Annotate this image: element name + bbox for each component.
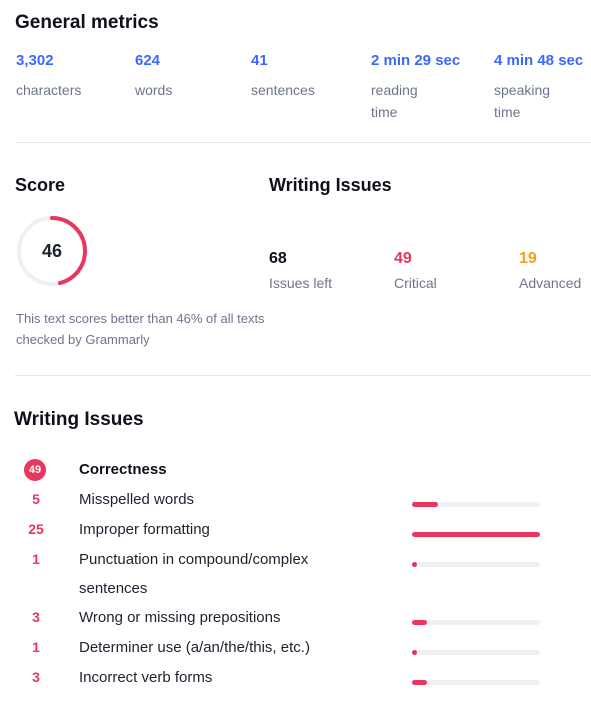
- issue-label: Improper formatting: [79, 521, 210, 538]
- metric-label: sentences: [251, 82, 315, 98]
- issue-count: 1: [32, 639, 40, 655]
- issue-bar-track: [412, 502, 540, 507]
- general-metrics-title: General metrics: [15, 12, 159, 33]
- metric-value: 3,302: [16, 52, 54, 69]
- metric-reading-time: 2 min 29 sec reading time: [371, 52, 460, 123]
- issue-count: 5: [32, 491, 40, 507]
- issue-label: Wrong or missing prepositions: [79, 609, 281, 626]
- issue-bar-fill: [412, 680, 428, 685]
- score-value: 46: [41, 240, 63, 261]
- metric-label: characters: [16, 82, 82, 98]
- metric-value: 2 min 29 sec: [371, 52, 461, 69]
- score-description: This text scores better than 46% of all …: [16, 311, 265, 347]
- issues-critical-label: Critical: [394, 275, 437, 291]
- metric-value: 41: [251, 52, 268, 69]
- issue-bar-fill: [412, 532, 540, 537]
- issue-label: Incorrect verb forms: [79, 669, 213, 686]
- divider: [15, 142, 591, 143]
- issue-bar-track: [412, 620, 540, 625]
- issue-count: 1: [32, 551, 40, 567]
- issues-advanced-value: 19: [519, 250, 537, 267]
- writing-issues-summary-title: Writing Issues: [269, 175, 392, 195]
- issues-left-label: Issues left: [269, 275, 333, 291]
- issue-bar-fill: [412, 502, 438, 507]
- issue-count: 3: [32, 609, 40, 625]
- issues-advanced-label: Advanced: [519, 275, 582, 291]
- correctness-count-badge: 49: [24, 459, 46, 481]
- metric-speaking-time: 4 min 48 sec speaking time: [494, 52, 583, 123]
- score-title: Score: [15, 175, 66, 195]
- issue-bar-track: [412, 680, 540, 685]
- metric-value: 4 min 48 sec: [494, 52, 584, 69]
- metric-value: 624: [135, 52, 161, 69]
- issue-label: Misspelled words: [79, 491, 195, 508]
- issue-bar-fill: [412, 650, 418, 655]
- issue-label: Punctuation in compound/complex sentence…: [79, 551, 309, 597]
- issue-bar-track: [412, 562, 540, 567]
- metric-label: speaking time: [494, 82, 551, 120]
- issues-left: 68 Issues left: [269, 250, 332, 291]
- issues-critical: 49 Critical: [394, 250, 437, 291]
- issue-count: 25: [28, 521, 44, 537]
- metric-label: words: [135, 82, 173, 98]
- divider: [15, 375, 591, 376]
- metric-words: 624 words: [135, 52, 225, 101]
- writing-issues-title: Writing Issues: [14, 409, 144, 430]
- correctness-category-label: Correctness: [79, 461, 167, 478]
- issue-bar-track: [412, 532, 540, 537]
- metric-characters: 3,302 characters: [16, 52, 106, 101]
- issue-bar-track: [412, 650, 540, 655]
- issues-left-value: 68: [269, 250, 287, 267]
- issues-critical-value: 49: [394, 250, 412, 267]
- issue-bar-fill: [412, 620, 428, 625]
- metric-label: reading time: [371, 82, 418, 120]
- issues-advanced: 19 Advanced: [519, 250, 581, 291]
- issue-label: Determiner use (a/an/the/this, etc.): [79, 639, 310, 656]
- issue-count: 3: [32, 669, 40, 685]
- issue-bar-fill: [412, 562, 418, 567]
- metric-sentences: 41 sentences: [251, 52, 341, 101]
